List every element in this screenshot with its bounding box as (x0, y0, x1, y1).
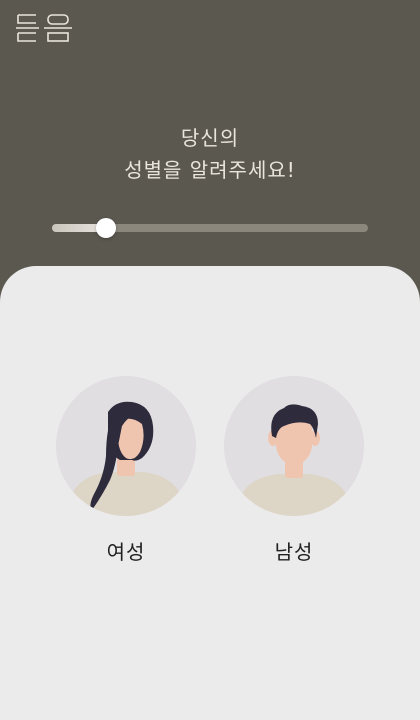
male-label[interactable]: 남성 (224, 536, 364, 565)
male-avatar-icon[interactable] (224, 376, 364, 516)
question-line-2: 성별을 알려주세요! (124, 158, 296, 182)
selection-sheet: 여성 남성 (0, 266, 420, 720)
female-option[interactable]: 여성 (56, 376, 196, 565)
progress-slider[interactable] (52, 218, 368, 238)
gender-question: 당신의 성별을 알려주세요! (0, 122, 420, 186)
question-line-1: 당신의 (180, 126, 240, 150)
progress-knob[interactable] (96, 218, 116, 238)
female-avatar-icon[interactable] (56, 376, 196, 516)
female-label[interactable]: 여성 (56, 536, 196, 565)
logo-icon (16, 14, 72, 42)
male-option[interactable]: 남성 (224, 376, 364, 565)
